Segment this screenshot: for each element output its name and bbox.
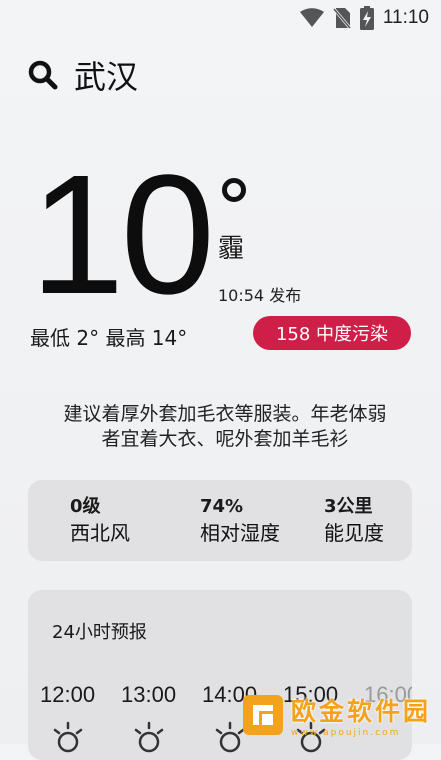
forecast-hour: 13:00 <box>121 682 177 707</box>
no-sim-icon <box>332 8 351 29</box>
sun-icon <box>53 721 83 753</box>
battery-charging-icon <box>359 6 374 30</box>
forecast-title: 24小时预报 <box>52 622 147 643</box>
sun-icon <box>134 721 164 753</box>
clothing-advice: 建议着厚外套加毛衣等服装。年老体弱者宜着大衣、呢外套加羊毛衫 <box>63 403 387 450</box>
status-bar: 11:10 <box>299 6 429 30</box>
header: 武汉 <box>28 52 138 98</box>
humidity-stat: 74% 相对湿度 <box>200 496 280 548</box>
weather-stats-card: 0级 西北风 74% 相对湿度 3公里 能见度 <box>28 480 412 561</box>
humidity-label: 相对湿度 <box>200 521 280 545</box>
publish-time: 10:54 发布 <box>218 286 302 305</box>
aqi-badge[interactable]: 158 中度污染 <box>253 316 411 350</box>
watermark-text: 欧金软件园 <box>291 697 432 726</box>
forecast-hour: 12:00 <box>40 682 96 707</box>
wind-stat: 0级 西北风 <box>70 496 130 548</box>
status-time: 11:10 <box>382 7 429 28</box>
city-name[interactable]: 武汉 <box>74 52 138 98</box>
visibility-label: 能见度 <box>324 521 384 545</box>
weather-condition: 霾 <box>218 234 245 264</box>
wind-level: 0级 <box>70 496 101 517</box>
watermark-site: www.apoujin.com <box>291 728 401 738</box>
visibility-value: 3公里 <box>324 496 373 517</box>
degree-symbol <box>222 178 246 202</box>
current-temperature: 10 <box>30 140 215 330</box>
temperature-range: 最低 2° 最高 14° <box>30 326 188 350</box>
watermark: 欧金软件园 www.apoujin.com <box>243 692 435 738</box>
wind-direction: 西北风 <box>70 521 130 545</box>
search-icon[interactable] <box>28 60 58 90</box>
sun-icon <box>215 721 245 753</box>
humidity-value: 74% <box>200 496 244 517</box>
visibility-stat: 3公里 能见度 <box>324 496 384 548</box>
watermark-logo-icon <box>243 695 283 735</box>
wifi-icon <box>299 8 324 27</box>
